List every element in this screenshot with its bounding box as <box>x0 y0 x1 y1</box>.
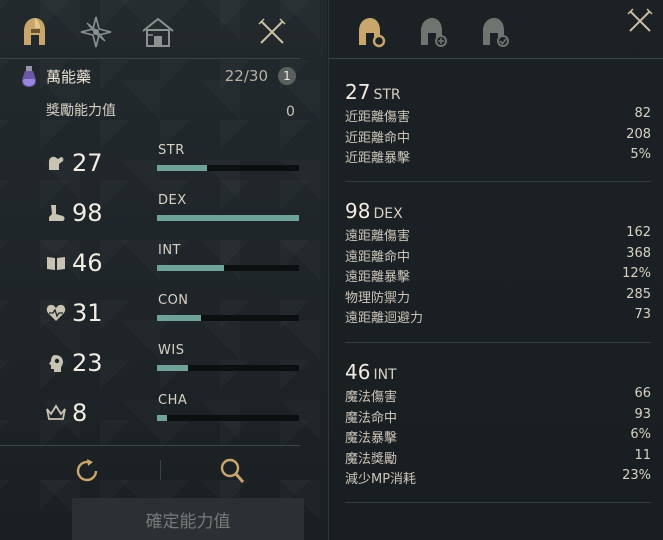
stat-name: CON <box>158 293 189 308</box>
character-stats-tab-icon[interactable] <box>14 12 54 52</box>
elixir-count: 22/30 <box>224 67 268 85</box>
stat-bar <box>157 365 299 371</box>
detail-header-value: 46 <box>345 360 371 384</box>
compass-star-tab-icon[interactable] <box>76 12 116 52</box>
stat-row-dex[interactable]: 98 DEX <box>44 193 304 235</box>
reset-button[interactable] <box>67 451 107 491</box>
magnifier-icon <box>220 458 245 483</box>
elixir-name: 萬能藥 <box>46 68 92 86</box>
detail-row: 近距離命中 208 <box>345 126 651 146</box>
detail-row: 遠距離暴擊 12% <box>345 266 651 285</box>
detail-header-value: 27 <box>345 80 371 104</box>
close-button[interactable] <box>256 16 288 48</box>
detail-row: 遠距離命中 368 <box>345 245 651 265</box>
section-divider <box>345 342 651 343</box>
stat-name: WIS <box>158 343 185 358</box>
book-icon <box>47 257 65 270</box>
detail-row: 魔法命中 93 <box>345 406 651 426</box>
detail-header-abbr: STR <box>373 87 401 103</box>
bonus-stat-label: 獎勵能力值 <box>46 103 116 119</box>
stat-details-panel: 27 STR 近距離傷害 82 近距離命中 208 近距離暴擊 5% 98 DEX 遠距離… <box>328 0 663 540</box>
detail-row: 魔法獎勵 11 <box>345 447 651 467</box>
stat-value: 31 <box>72 299 103 327</box>
button-divider <box>160 460 161 480</box>
detail-row: 遠距離迴避力 73 <box>345 307 651 326</box>
boot-icon <box>49 205 65 221</box>
refresh-icon <box>76 459 98 482</box>
head-icon <box>49 355 63 372</box>
close-icon <box>627 8 653 32</box>
detail-header-abbr: INT <box>373 367 397 383</box>
stat-name: INT <box>158 243 181 258</box>
stat-name: STR <box>158 143 185 158</box>
detail-header: 27 STR <box>345 80 651 106</box>
house-tab-icon[interactable] <box>138 12 178 52</box>
stat-value: 46 <box>72 249 103 277</box>
stat-name: DEX <box>158 193 187 208</box>
close-button[interactable] <box>625 6 655 36</box>
confirm-stats-button[interactable]: 確定能力值 <box>72 498 304 540</box>
detail-row: 近距離暴擊 5% <box>345 147 651 166</box>
detail-row: 物理防禦力 285 <box>345 286 651 306</box>
detail-row: 遠距離傷害 162 <box>345 225 651 244</box>
potion-icon <box>22 66 36 87</box>
stat-row-int[interactable]: 46 INT <box>44 243 304 285</box>
stat-bar <box>157 315 299 321</box>
heart-icon <box>46 304 66 321</box>
dex-details: 98 DEX 遠距離傷害 162 遠距離命中 368 遠距離暴擊 12% 物理防禦力 28… <box>345 199 651 328</box>
int-details: 46 INT 魔法傷害 66 魔法命中 93 魔法暴擊 6% 魔法獎勵 11 減少MP消耗… <box>345 360 651 489</box>
detail-header: 46 INT <box>345 360 651 386</box>
stat-bar <box>157 265 299 271</box>
stat-value: 23 <box>72 349 103 377</box>
close-icon <box>258 18 286 44</box>
arm-icon <box>49 156 64 170</box>
stat-row-wis[interactable]: 23 WIS <box>44 343 304 385</box>
detail-header: 98 DEX <box>345 199 651 225</box>
crown-icon <box>46 404 66 420</box>
stat-value: 98 <box>72 199 103 227</box>
stat-bar <box>157 215 299 221</box>
stat-row-cha[interactable]: 8 CHA <box>44 393 304 435</box>
detail-header-abbr: DEX <box>373 206 403 222</box>
detail-row: 魔法暴擊 6% <box>345 427 651 446</box>
stat-row-str[interactable]: 27 STR <box>44 143 304 185</box>
elixir-row: 萬能藥 22/30 1 <box>18 66 300 90</box>
section-divider <box>345 502 651 503</box>
detail-header-value: 98 <box>345 199 371 223</box>
stat-bar <box>157 165 299 171</box>
bonus-stat-value: 0 <box>286 104 295 120</box>
stat-allocation-panel: 萬能藥 22/30 1 獎勵能力值 0 27 STR 98 DEX 46 INT <box>0 0 327 540</box>
search-button[interactable] <box>212 451 252 491</box>
section-divider <box>345 181 651 182</box>
helmet-gear-tab-icon[interactable] <box>351 12 391 52</box>
str-details: 27 STR 近距離傷害 82 近距離命中 208 近距離暴擊 5% <box>345 80 651 168</box>
stat-bar <box>157 415 299 421</box>
stat-value: 8 <box>72 399 88 427</box>
detail-row: 近距離傷害 82 <box>345 106 651 125</box>
stat-name: CHA <box>158 393 188 408</box>
info-badge[interactable]: 1 <box>278 67 296 85</box>
stat-value: 27 <box>72 149 103 177</box>
detail-row: 魔法傷害 66 <box>345 386 651 405</box>
helmet-plus-tab-icon[interactable] <box>413 12 453 52</box>
divider <box>0 445 300 446</box>
helmet-check-tab-icon[interactable] <box>475 12 515 52</box>
tab-divider <box>329 58 663 59</box>
detail-row: 減少MP消耗 23% <box>345 468 651 487</box>
tab-divider <box>0 58 300 59</box>
stat-row-con[interactable]: 31 CON <box>44 293 304 335</box>
